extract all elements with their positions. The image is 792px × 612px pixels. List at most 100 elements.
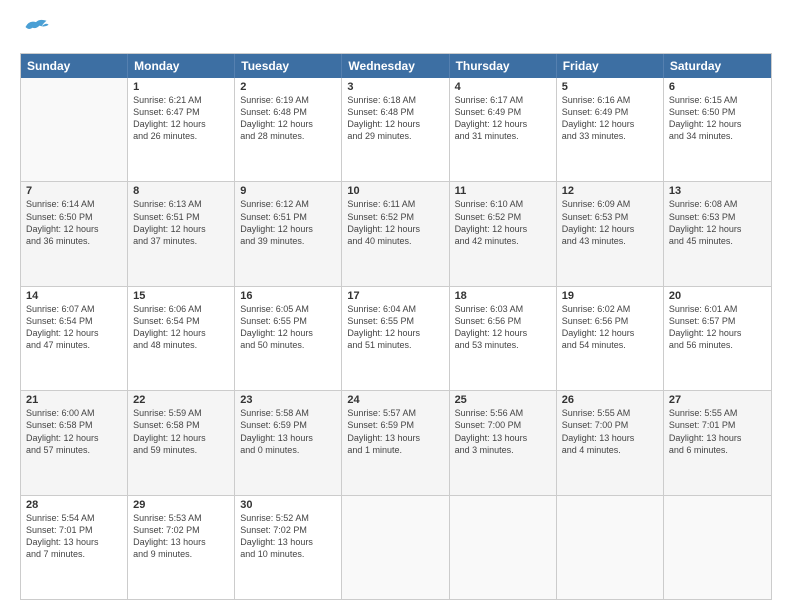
- cell-date: 14: [26, 290, 122, 302]
- cell-info: Sunrise: 6:04 AM Sunset: 6:55 PM Dayligh…: [347, 303, 443, 352]
- calendar-header: SundayMondayTuesdayWednesdayThursdayFrid…: [21, 54, 771, 78]
- calendar-cell: 3Sunrise: 6:18 AM Sunset: 6:48 PM Daylig…: [342, 78, 449, 181]
- calendar-cell: 10Sunrise: 6:11 AM Sunset: 6:52 PM Dayli…: [342, 182, 449, 285]
- cell-info: Sunrise: 5:54 AM Sunset: 7:01 PM Dayligh…: [26, 512, 122, 561]
- calendar-cell: 11Sunrise: 6:10 AM Sunset: 6:52 PM Dayli…: [450, 182, 557, 285]
- calendar-cell: 27Sunrise: 5:55 AM Sunset: 7:01 PM Dayli…: [664, 391, 771, 494]
- cell-date: 24: [347, 394, 443, 406]
- cell-info: Sunrise: 5:52 AM Sunset: 7:02 PM Dayligh…: [240, 512, 336, 561]
- calendar-week-3: 21Sunrise: 6:00 AM Sunset: 6:58 PM Dayli…: [21, 390, 771, 494]
- cell-date: 4: [455, 81, 551, 93]
- calendar-cell: 13Sunrise: 6:08 AM Sunset: 6:53 PM Dayli…: [664, 182, 771, 285]
- cell-info: Sunrise: 6:06 AM Sunset: 6:54 PM Dayligh…: [133, 303, 229, 352]
- cell-info: Sunrise: 6:05 AM Sunset: 6:55 PM Dayligh…: [240, 303, 336, 352]
- calendar-cell: [342, 496, 449, 599]
- calendar-cell: 28Sunrise: 5:54 AM Sunset: 7:01 PM Dayli…: [21, 496, 128, 599]
- cell-date: 2: [240, 81, 336, 93]
- calendar-cell: 24Sunrise: 5:57 AM Sunset: 6:59 PM Dayli…: [342, 391, 449, 494]
- cell-date: 17: [347, 290, 443, 302]
- header-day-tuesday: Tuesday: [235, 54, 342, 78]
- cell-date: 22: [133, 394, 229, 406]
- cell-info: Sunrise: 6:21 AM Sunset: 6:47 PM Dayligh…: [133, 94, 229, 143]
- calendar-cell: 6Sunrise: 6:15 AM Sunset: 6:50 PM Daylig…: [664, 78, 771, 181]
- cell-info: Sunrise: 6:14 AM Sunset: 6:50 PM Dayligh…: [26, 198, 122, 247]
- cell-date: 25: [455, 394, 551, 406]
- header-day-monday: Monday: [128, 54, 235, 78]
- cell-info: Sunrise: 5:56 AM Sunset: 7:00 PM Dayligh…: [455, 407, 551, 456]
- cell-info: Sunrise: 6:12 AM Sunset: 6:51 PM Dayligh…: [240, 198, 336, 247]
- cell-date: 26: [562, 394, 658, 406]
- cell-date: 20: [669, 290, 766, 302]
- cell-info: Sunrise: 5:59 AM Sunset: 6:58 PM Dayligh…: [133, 407, 229, 456]
- calendar-cell: 1Sunrise: 6:21 AM Sunset: 6:47 PM Daylig…: [128, 78, 235, 181]
- cell-info: Sunrise: 5:53 AM Sunset: 7:02 PM Dayligh…: [133, 512, 229, 561]
- calendar-cell: 17Sunrise: 6:04 AM Sunset: 6:55 PM Dayli…: [342, 287, 449, 390]
- cell-date: 30: [240, 499, 336, 511]
- calendar-cell: 5Sunrise: 6:16 AM Sunset: 6:49 PM Daylig…: [557, 78, 664, 181]
- cell-info: Sunrise: 6:02 AM Sunset: 6:56 PM Dayligh…: [562, 303, 658, 352]
- header-day-sunday: Sunday: [21, 54, 128, 78]
- cell-info: Sunrise: 5:55 AM Sunset: 7:01 PM Dayligh…: [669, 407, 766, 456]
- cell-info: Sunrise: 6:19 AM Sunset: 6:48 PM Dayligh…: [240, 94, 336, 143]
- calendar-cell: 7Sunrise: 6:14 AM Sunset: 6:50 PM Daylig…: [21, 182, 128, 285]
- cell-info: Sunrise: 5:58 AM Sunset: 6:59 PM Dayligh…: [240, 407, 336, 456]
- cell-date: 7: [26, 185, 122, 197]
- cell-date: 16: [240, 290, 336, 302]
- cell-info: Sunrise: 6:08 AM Sunset: 6:53 PM Dayligh…: [669, 198, 766, 247]
- calendar-cell: 21Sunrise: 6:00 AM Sunset: 6:58 PM Dayli…: [21, 391, 128, 494]
- calendar-cell: 15Sunrise: 6:06 AM Sunset: 6:54 PM Dayli…: [128, 287, 235, 390]
- calendar-cell: 19Sunrise: 6:02 AM Sunset: 6:56 PM Dayli…: [557, 287, 664, 390]
- cell-date: 9: [240, 185, 336, 197]
- cell-info: Sunrise: 6:16 AM Sunset: 6:49 PM Dayligh…: [562, 94, 658, 143]
- cell-info: Sunrise: 6:09 AM Sunset: 6:53 PM Dayligh…: [562, 198, 658, 247]
- cell-date: 13: [669, 185, 766, 197]
- logo: [20, 16, 50, 43]
- calendar-cell: 9Sunrise: 6:12 AM Sunset: 6:51 PM Daylig…: [235, 182, 342, 285]
- header-day-saturday: Saturday: [664, 54, 771, 78]
- cell-date: 11: [455, 185, 551, 197]
- calendar-cell: 14Sunrise: 6:07 AM Sunset: 6:54 PM Dayli…: [21, 287, 128, 390]
- calendar-cell: 30Sunrise: 5:52 AM Sunset: 7:02 PM Dayli…: [235, 496, 342, 599]
- cell-date: 21: [26, 394, 122, 406]
- calendar-cell: [557, 496, 664, 599]
- cell-date: 5: [562, 81, 658, 93]
- cell-date: 29: [133, 499, 229, 511]
- cell-date: 18: [455, 290, 551, 302]
- cell-info: Sunrise: 6:11 AM Sunset: 6:52 PM Dayligh…: [347, 198, 443, 247]
- calendar-cell: 26Sunrise: 5:55 AM Sunset: 7:00 PM Dayli…: [557, 391, 664, 494]
- cell-info: Sunrise: 5:57 AM Sunset: 6:59 PM Dayligh…: [347, 407, 443, 456]
- calendar-cell: [664, 496, 771, 599]
- logo-icon: [22, 16, 50, 38]
- header-day-thursday: Thursday: [450, 54, 557, 78]
- cell-info: Sunrise: 6:18 AM Sunset: 6:48 PM Dayligh…: [347, 94, 443, 143]
- calendar-cell: 22Sunrise: 5:59 AM Sunset: 6:58 PM Dayli…: [128, 391, 235, 494]
- calendar-cell: 16Sunrise: 6:05 AM Sunset: 6:55 PM Dayli…: [235, 287, 342, 390]
- calendar-cell: 29Sunrise: 5:53 AM Sunset: 7:02 PM Dayli…: [128, 496, 235, 599]
- header: [20, 16, 772, 43]
- calendar-week-1: 7Sunrise: 6:14 AM Sunset: 6:50 PM Daylig…: [21, 181, 771, 285]
- calendar: SundayMondayTuesdayWednesdayThursdayFrid…: [20, 53, 772, 600]
- calendar-cell: 12Sunrise: 6:09 AM Sunset: 6:53 PM Dayli…: [557, 182, 664, 285]
- cell-info: Sunrise: 6:15 AM Sunset: 6:50 PM Dayligh…: [669, 94, 766, 143]
- cell-date: 15: [133, 290, 229, 302]
- calendar-cell: 20Sunrise: 6:01 AM Sunset: 6:57 PM Dayli…: [664, 287, 771, 390]
- cell-date: 19: [562, 290, 658, 302]
- calendar-cell: 25Sunrise: 5:56 AM Sunset: 7:00 PM Dayli…: [450, 391, 557, 494]
- calendar-week-0: 1Sunrise: 6:21 AM Sunset: 6:47 PM Daylig…: [21, 78, 771, 181]
- cell-date: 8: [133, 185, 229, 197]
- calendar-week-4: 28Sunrise: 5:54 AM Sunset: 7:01 PM Dayli…: [21, 495, 771, 599]
- cell-date: 23: [240, 394, 336, 406]
- calendar-cell: [21, 78, 128, 181]
- calendar-cell: 23Sunrise: 5:58 AM Sunset: 6:59 PM Dayli…: [235, 391, 342, 494]
- cell-date: 1: [133, 81, 229, 93]
- calendar-cell: 2Sunrise: 6:19 AM Sunset: 6:48 PM Daylig…: [235, 78, 342, 181]
- cell-date: 27: [669, 394, 766, 406]
- calendar-cell: 18Sunrise: 6:03 AM Sunset: 6:56 PM Dayli…: [450, 287, 557, 390]
- cell-info: Sunrise: 6:03 AM Sunset: 6:56 PM Dayligh…: [455, 303, 551, 352]
- cell-info: Sunrise: 6:07 AM Sunset: 6:54 PM Dayligh…: [26, 303, 122, 352]
- cell-info: Sunrise: 6:01 AM Sunset: 6:57 PM Dayligh…: [669, 303, 766, 352]
- cell-info: Sunrise: 6:17 AM Sunset: 6:49 PM Dayligh…: [455, 94, 551, 143]
- cell-date: 12: [562, 185, 658, 197]
- cell-info: Sunrise: 5:55 AM Sunset: 7:00 PM Dayligh…: [562, 407, 658, 456]
- calendar-cell: 4Sunrise: 6:17 AM Sunset: 6:49 PM Daylig…: [450, 78, 557, 181]
